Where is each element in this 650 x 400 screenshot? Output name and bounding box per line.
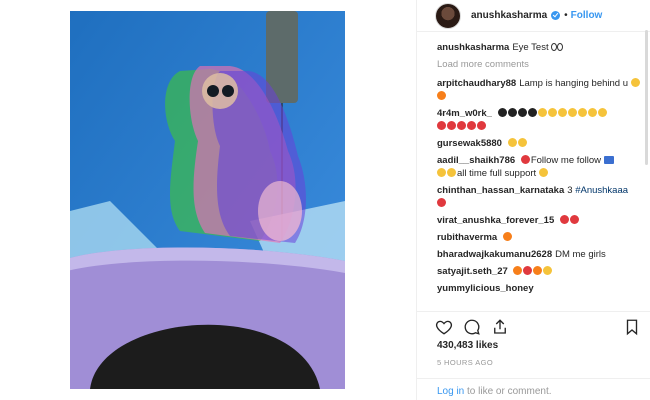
comment-username[interactable]: 4r4m_w0rk_ xyxy=(437,108,492,119)
comment-username[interactable]: yummylicious_honey xyxy=(437,283,534,294)
thumbs-up-emoji-icon xyxy=(507,138,528,149)
login-bar: Log in to like or comment. xyxy=(417,378,650,400)
comment-text: Follow me follow xyxy=(530,155,602,166)
fire-emoji-icon xyxy=(502,232,512,241)
comment-username[interactable]: gursewak5880 xyxy=(437,138,502,149)
pointing-emoji-icon xyxy=(538,168,548,177)
comment-item: arpitchaudhary88 Lamp is hanging behind u xyxy=(437,77,647,103)
header-username[interactable]: anushkasharma xyxy=(471,10,547,21)
comment-item: 4r4m_w0rk_ xyxy=(437,107,647,133)
instagram-post-window: anushkasharma • Follow anushkasharma Eye … xyxy=(0,0,650,400)
caption: anushkasharma Eye Test xyxy=(437,41,647,54)
login-link[interactable]: Log in xyxy=(437,386,464,397)
comment-icon[interactable] xyxy=(463,318,481,336)
comments-list: anushkasharma Eye Test Load more comments… xyxy=(437,41,647,311)
comment-username[interactable]: satyajit.seth_27 xyxy=(437,266,508,277)
heart-emoji-icon xyxy=(520,155,530,164)
comment-text: Lamp is hanging behind u xyxy=(519,78,629,89)
follow-button[interactable]: Follow xyxy=(571,10,603,21)
avatar[interactable] xyxy=(435,2,461,29)
heart-eyes-emoji-icon xyxy=(437,121,487,132)
post-photo xyxy=(70,11,345,389)
comment-item: satyajit.seth_27 xyxy=(437,265,647,278)
comment-username[interactable]: aadil__shaikh786 xyxy=(437,155,515,166)
comment-text: all time full support xyxy=(457,168,537,179)
load-more-comments-button[interactable]: Load more comments xyxy=(437,58,647,71)
login-text: to like or comment. xyxy=(467,386,552,397)
caption-username[interactable]: anushkasharma xyxy=(437,42,509,53)
new-sign-emoji-icon xyxy=(603,156,614,164)
action-bar xyxy=(417,311,650,339)
hashtag-link[interactable]: #Anushkaaa xyxy=(575,185,628,196)
comment-item: aadil__shaikh786 Follow me follow all ti… xyxy=(437,154,647,180)
comment-username[interactable]: bharadwajkakumanu2628 xyxy=(437,249,552,260)
comment-item: bharadwajkakumanu2628 DM me girls xyxy=(437,248,647,261)
fire-hearts-emoji-icon xyxy=(513,266,553,277)
comments-scrollbar[interactable] xyxy=(645,30,648,165)
black-hearts-emoji-icon xyxy=(497,108,608,119)
post-header: anushkasharma • Follow xyxy=(417,0,650,32)
comment-text: 3 xyxy=(567,185,573,196)
post-timestamp: 5 HOURS AGO xyxy=(437,358,494,367)
comment-username[interactable]: arpitchaudhary88 xyxy=(437,78,516,89)
comment-username[interactable]: virat_anushka_forever_15 xyxy=(437,215,554,226)
share-icon[interactable] xyxy=(491,318,509,336)
likes-count[interactable]: 430,483 likes xyxy=(437,340,498,351)
photo-panel xyxy=(0,0,416,400)
comment-username[interactable]: chinthan_hassan_karnataka xyxy=(437,185,564,196)
caption-text: Eye Test xyxy=(512,42,549,53)
comment-text: DM me girls xyxy=(555,249,606,260)
comment-item: rubithaverma xyxy=(437,231,647,244)
verified-badge-icon xyxy=(551,11,561,20)
comment-item: gursewak5880 xyxy=(437,137,647,150)
comment-item: chinthan_hassan_karnataka 3 #Anushkaaa xyxy=(437,184,647,210)
hearts-emoji-icon xyxy=(559,215,580,226)
heart-icon[interactable] xyxy=(435,318,453,336)
comment-item: virat_anushka_forever_15 xyxy=(437,214,647,227)
comment-username[interactable]: rubithaverma xyxy=(437,232,497,243)
separator-dot: • xyxy=(564,10,568,21)
heart-emoji-icon xyxy=(437,198,446,207)
bookmark-icon[interactable] xyxy=(623,318,641,336)
comment-item: yummylicious_honey xyxy=(437,282,647,295)
pointing-emoji-icon xyxy=(437,168,457,179)
eyes-emoji-icon xyxy=(551,42,564,53)
post-sidebar: anushkasharma • Follow anushkasharma Eye … xyxy=(416,0,650,400)
